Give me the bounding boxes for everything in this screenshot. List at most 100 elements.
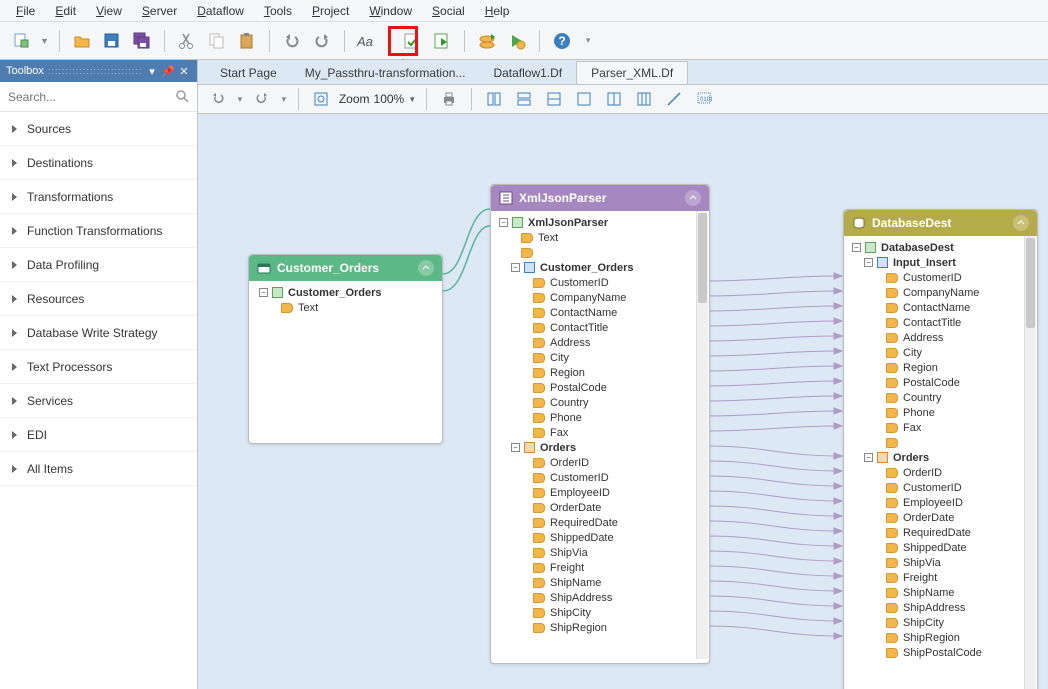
toolbox-search-input[interactable] bbox=[6, 89, 175, 105]
copy-icon[interactable] bbox=[205, 29, 229, 53]
field-icon bbox=[533, 398, 545, 408]
expand-icon[interactable] bbox=[418, 260, 434, 276]
collapse-icon[interactable]: − bbox=[499, 218, 508, 227]
menu-social[interactable]: Social bbox=[422, 2, 475, 20]
document-tab[interactable]: Parser_XML.Df bbox=[576, 61, 688, 84]
field-icon bbox=[533, 503, 545, 513]
toolbox-category[interactable]: Data Profiling bbox=[0, 248, 197, 282]
menu-tools[interactable]: Tools bbox=[254, 2, 302, 20]
layout3-icon[interactable] bbox=[542, 87, 566, 111]
field-icon bbox=[886, 348, 898, 358]
layout2-icon[interactable] bbox=[512, 87, 536, 111]
collapse-icon[interactable]: − bbox=[864, 453, 873, 462]
menu-view[interactable]: View bbox=[86, 2, 132, 20]
canvas-redo-icon[interactable] bbox=[250, 87, 274, 111]
svg-text:?: ? bbox=[558, 34, 565, 48]
field-icon bbox=[533, 488, 545, 498]
layout1-icon[interactable] bbox=[482, 87, 506, 111]
toolbox-category[interactable]: EDI bbox=[0, 418, 197, 452]
toolbox-menu-icon[interactable]: ▾ bbox=[145, 65, 159, 78]
toolbox-category[interactable]: Transformations bbox=[0, 180, 197, 214]
dataflow-canvas[interactable]: Customer_Orders −Customer_Orders Text Xm… bbox=[198, 114, 1048, 689]
node-header[interactable]: Customer_Orders bbox=[249, 255, 442, 281]
zoom-control[interactable]: Zoom 100% ▼ bbox=[339, 92, 416, 106]
field-icon bbox=[533, 353, 545, 363]
document-tab[interactable]: Dataflow1.Df bbox=[479, 62, 576, 84]
field-icon bbox=[533, 578, 545, 588]
document-tab[interactable]: Start Page bbox=[206, 62, 291, 84]
toolbox-category[interactable]: Services bbox=[0, 384, 197, 418]
expand-icon[interactable] bbox=[685, 190, 701, 206]
node-databasedest[interactable]: DatabaseDest −DatabaseDest−Input_InsertC… bbox=[843, 209, 1038, 689]
toolbox-category[interactable]: Database Write Strategy bbox=[0, 316, 197, 350]
line-icon[interactable] bbox=[662, 87, 686, 111]
menu-window[interactable]: Window bbox=[359, 2, 422, 20]
canvas-undo-icon[interactable] bbox=[206, 87, 230, 111]
expand-icon[interactable] bbox=[1013, 215, 1029, 231]
toolbox-category[interactable]: Function Transformations bbox=[0, 214, 197, 248]
menu-file[interactable]: File bbox=[6, 2, 45, 20]
toolbox-search-row bbox=[0, 82, 197, 112]
run-icon[interactable] bbox=[505, 29, 529, 53]
chevron-right-icon bbox=[12, 227, 17, 235]
toolbox-pin-icon[interactable]: 📌 bbox=[161, 65, 175, 78]
help-icon[interactable]: ? bbox=[550, 29, 574, 53]
field-icon bbox=[886, 378, 898, 388]
svg-text:Aa: Aa bbox=[357, 34, 373, 49]
node-header[interactable]: XmlJsonParser bbox=[491, 185, 709, 211]
toolbox-close-icon[interactable]: ✕ bbox=[177, 65, 191, 78]
chevron-right-icon bbox=[12, 329, 17, 337]
field-icon bbox=[281, 303, 293, 313]
toolbox-category[interactable]: Resources bbox=[0, 282, 197, 316]
layout5-icon[interactable] bbox=[602, 87, 626, 111]
toolbox-header: Toolbox ::::::::::::::::::::::::::: ▾ 📌 … bbox=[0, 60, 197, 82]
field-icon bbox=[886, 423, 898, 433]
open-icon[interactable] bbox=[70, 29, 94, 53]
layout4-icon[interactable] bbox=[572, 87, 596, 111]
node-header[interactable]: DatabaseDest bbox=[844, 210, 1037, 236]
field-icon bbox=[533, 458, 545, 468]
print-icon[interactable] bbox=[437, 87, 461, 111]
scrollbar[interactable] bbox=[696, 211, 708, 659]
grid-icon[interactable]: 0101 bbox=[692, 87, 716, 111]
collapse-icon[interactable]: − bbox=[511, 443, 520, 452]
save-icon[interactable] bbox=[100, 29, 124, 53]
toolbox-category[interactable]: Sources bbox=[0, 112, 197, 146]
cut-icon[interactable] bbox=[175, 29, 199, 53]
search-icon[interactable] bbox=[175, 89, 191, 105]
deploy-icon[interactable] bbox=[475, 29, 499, 53]
fit-icon[interactable] bbox=[309, 87, 333, 111]
scrollbar[interactable] bbox=[1024, 236, 1036, 689]
toolbox-category[interactable]: Destinations bbox=[0, 146, 197, 180]
toolbox-category[interactable]: All Items bbox=[0, 452, 197, 486]
layout6-icon[interactable] bbox=[632, 87, 656, 111]
node-xmljsonparser[interactable]: XmlJsonParser −XmlJsonParserText−Custome… bbox=[490, 184, 710, 664]
menu-help[interactable]: Help bbox=[475, 2, 520, 20]
undo-icon[interactable] bbox=[280, 29, 304, 53]
collapse-icon[interactable]: − bbox=[864, 258, 873, 267]
preview-icon[interactable] bbox=[430, 29, 454, 53]
menu-project[interactable]: Project bbox=[302, 2, 359, 20]
chevron-right-icon bbox=[12, 465, 17, 473]
field-icon bbox=[533, 518, 545, 528]
node-customer-orders[interactable]: Customer_Orders −Customer_Orders Text bbox=[248, 254, 443, 444]
menu-edit[interactable]: Edit bbox=[45, 2, 86, 20]
collapse-icon[interactable]: − bbox=[852, 243, 861, 252]
group-icon bbox=[524, 442, 535, 453]
redo-icon[interactable] bbox=[310, 29, 334, 53]
save-all-icon[interactable] bbox=[130, 29, 154, 53]
validate-icon[interactable] bbox=[400, 29, 424, 53]
collapse-icon[interactable]: − bbox=[259, 288, 268, 297]
paste-icon[interactable] bbox=[235, 29, 259, 53]
menu-server[interactable]: Server bbox=[132, 2, 187, 20]
field-icon bbox=[886, 498, 898, 508]
document-tab[interactable]: My_Passthru-transformation... bbox=[291, 62, 480, 84]
menu-dataflow[interactable]: Dataflow bbox=[187, 2, 254, 20]
field-icon bbox=[533, 623, 545, 633]
toolbox-category[interactable]: Text Processors bbox=[0, 350, 197, 384]
collapse-icon[interactable]: − bbox=[511, 263, 520, 272]
field-icon bbox=[533, 428, 545, 438]
new-project-icon[interactable] bbox=[10, 29, 34, 53]
toolbox-panel: Toolbox ::::::::::::::::::::::::::: ▾ 📌 … bbox=[0, 60, 198, 689]
font-icon[interactable]: Aa bbox=[355, 29, 379, 53]
